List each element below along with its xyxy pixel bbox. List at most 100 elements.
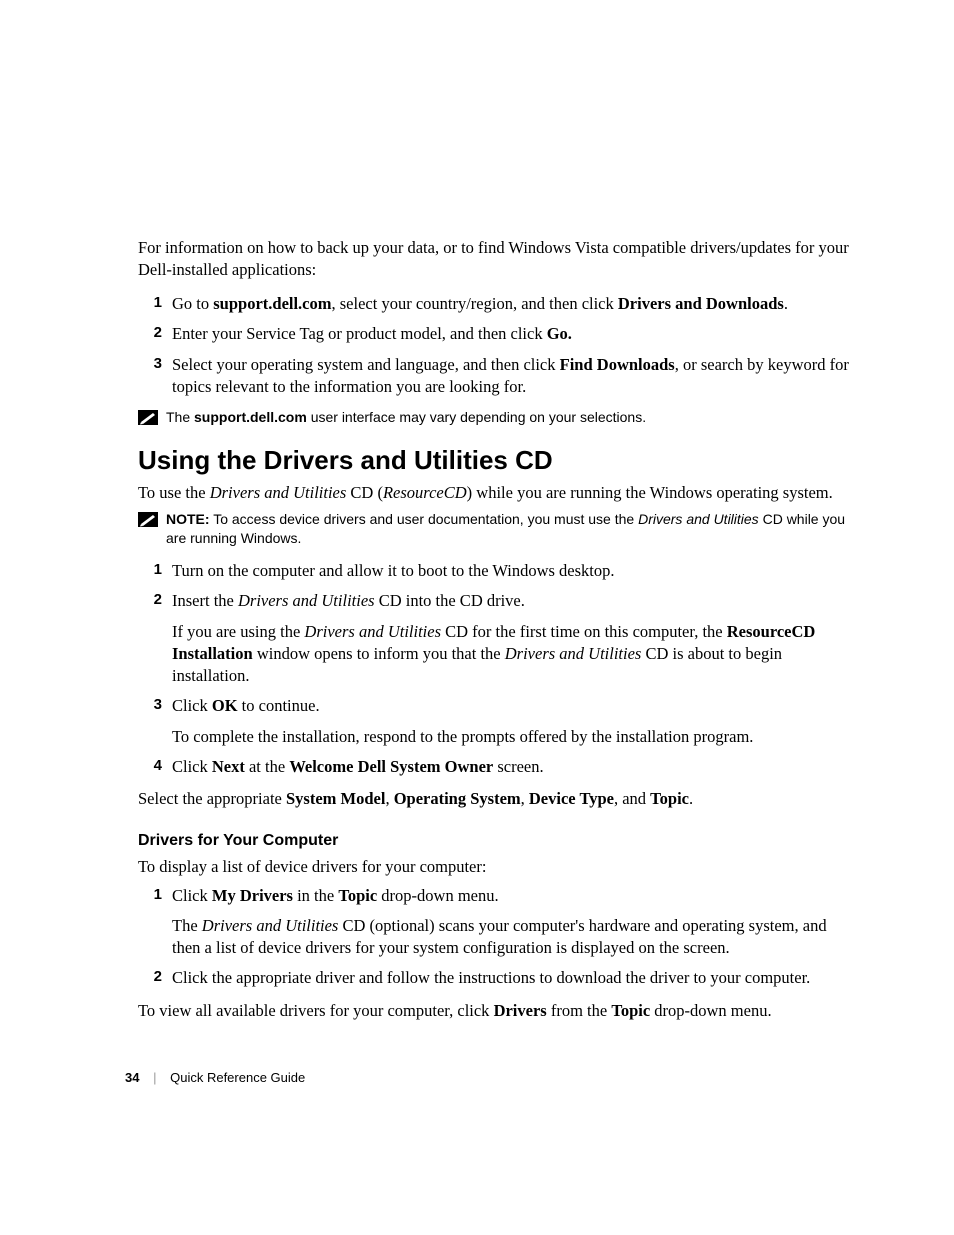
bold: Welcome Dell System Owner <box>289 757 493 776</box>
text: . <box>784 294 788 313</box>
pencil-icon <box>138 410 158 425</box>
ordered-list-1: 1 Go to support.dell.com, select your co… <box>138 293 849 398</box>
text: Insert the <box>172 591 238 610</box>
bold: System Model <box>286 789 385 808</box>
text: To complete the installation, respond to… <box>172 727 753 746</box>
text: The <box>166 409 194 425</box>
text: To use the <box>138 483 210 502</box>
text: To view all available drivers for your c… <box>138 1001 494 1020</box>
note-1: The support.dell.com user interface may … <box>138 408 849 427</box>
bold: Topic <box>650 789 689 808</box>
text: If you are using the <box>172 622 304 641</box>
ordered-list-3: 1 Click My Drivers in the Topic drop-dow… <box>138 885 849 990</box>
text: Select the appropriate <box>138 789 286 808</box>
italic: Drivers and Utilities <box>505 644 642 663</box>
list-number: 3 <box>144 695 162 715</box>
text: The <box>172 916 202 935</box>
text: drop-down menu. <box>377 886 498 905</box>
bold: Find Downloads <box>560 355 675 374</box>
text: Go to <box>172 294 213 313</box>
text: , <box>521 789 529 808</box>
list-item-extra: The Drivers and Utilities CD (optional) … <box>172 915 849 960</box>
bold: Device Type <box>529 789 614 808</box>
list-number: 3 <box>144 354 162 374</box>
text: Enter your Service Tag or product model,… <box>172 324 547 343</box>
italic: Drivers and Utilities <box>210 483 347 502</box>
page-number: 34 <box>125 1070 139 1085</box>
bold: Topic <box>611 1001 650 1020</box>
text: window opens to inform you that the <box>253 644 505 663</box>
text: from the <box>547 1001 612 1020</box>
paragraph-select: Select the appropriate System Model, Ope… <box>138 788 849 810</box>
note-2: NOTE: To access device drivers and user … <box>138 510 849 548</box>
italic: Drivers and Utilities <box>238 591 375 610</box>
list-number: 2 <box>144 967 162 987</box>
text: Click <box>172 757 212 776</box>
list1-item-3: 3 Select your operating system and langu… <box>138 354 849 399</box>
text: Select your operating system and languag… <box>172 355 560 374</box>
text: . <box>689 789 693 808</box>
list3-item-1: 1 Click My Drivers in the Topic drop-dow… <box>138 885 849 960</box>
text: user interface may vary depending on you… <box>307 409 646 425</box>
list2-item-3: 3 Click OK to continue. To complete the … <box>138 695 849 748</box>
list2-item-4: 4 Click Next at the Welcome Dell System … <box>138 756 849 778</box>
paragraph: To use the Drivers and Utilities CD (Res… <box>138 482 849 504</box>
paragraph-display: To display a list of device drivers for … <box>138 856 849 878</box>
text: Click the appropriate driver and follow … <box>172 968 810 987</box>
list1-item-2: 2 Enter your Service Tag or product mode… <box>138 323 849 345</box>
text: screen. <box>493 757 543 776</box>
list-number: 2 <box>144 590 162 610</box>
italic: Drivers and Utilities <box>304 622 441 641</box>
list-number: 1 <box>144 885 162 905</box>
list-number: 1 <box>144 293 162 313</box>
list-number: 4 <box>144 756 162 776</box>
text: in the <box>293 886 338 905</box>
section-heading: Using the Drivers and Utilities CD <box>138 445 849 476</box>
text: drop-down menu. <box>650 1001 771 1020</box>
bold: Operating System <box>394 789 521 808</box>
italic: Drivers and Utilities <box>202 916 339 935</box>
subsection-heading: Drivers for Your Computer <box>138 832 849 850</box>
bold: Next <box>212 757 245 776</box>
list-number: 1 <box>144 560 162 580</box>
list2-item-2: 2 Insert the Drivers and Utilities CD in… <box>138 590 849 687</box>
bold: Drivers and Downloads <box>618 294 784 313</box>
text: To access device drivers and user docume… <box>210 511 639 527</box>
bold: Topic <box>338 886 377 905</box>
list-number: 2 <box>144 323 162 343</box>
text: at the <box>245 757 289 776</box>
text: Click <box>172 696 212 715</box>
bold: support.dell.com <box>194 409 307 425</box>
text: CD for the first time on this computer, … <box>441 622 727 641</box>
list-item-extra: To complete the installation, respond to… <box>172 726 849 748</box>
bold: support.dell.com <box>213 294 331 313</box>
text: , <box>385 789 393 808</box>
list-item-extra: If you are using the Drivers and Utiliti… <box>172 621 849 688</box>
ordered-list-2: 1 Turn on the computer and allow it to b… <box>138 560 849 778</box>
text: ) while you are running the Windows oper… <box>467 483 833 502</box>
paragraph-view-all: To view all available drivers for your c… <box>138 1000 849 1022</box>
text: CD into the CD drive. <box>375 591 525 610</box>
italic: Drivers and Utilities <box>638 511 759 527</box>
text: to continue. <box>238 696 320 715</box>
text: Turn on the computer and allow it to boo… <box>172 561 615 580</box>
bold: Drivers <box>494 1001 547 1020</box>
note-text: The support.dell.com user interface may … <box>166 408 646 427</box>
page-footer: 34 | Quick Reference Guide <box>125 1070 305 1085</box>
text: Click <box>172 886 212 905</box>
list2-item-1: 1 Turn on the computer and allow it to b… <box>138 560 849 582</box>
note-label: NOTE: <box>166 511 210 527</box>
italic: ResourceCD <box>383 483 467 502</box>
list3-item-2: 2 Click the appropriate driver and follo… <box>138 967 849 989</box>
document-page: For information on how to back up your d… <box>0 0 954 1235</box>
footer-separator: | <box>153 1070 156 1085</box>
bold: OK <box>212 696 238 715</box>
note-text: NOTE: To access device drivers and user … <box>166 510 849 548</box>
bold: My Drivers <box>212 886 293 905</box>
text: CD ( <box>346 483 383 502</box>
list1-item-1: 1 Go to support.dell.com, select your co… <box>138 293 849 315</box>
text: , select your country/region, and then c… <box>332 294 618 313</box>
text: , and <box>614 789 650 808</box>
pencil-icon <box>138 512 158 527</box>
intro-paragraph: For information on how to back up your d… <box>138 237 849 282</box>
